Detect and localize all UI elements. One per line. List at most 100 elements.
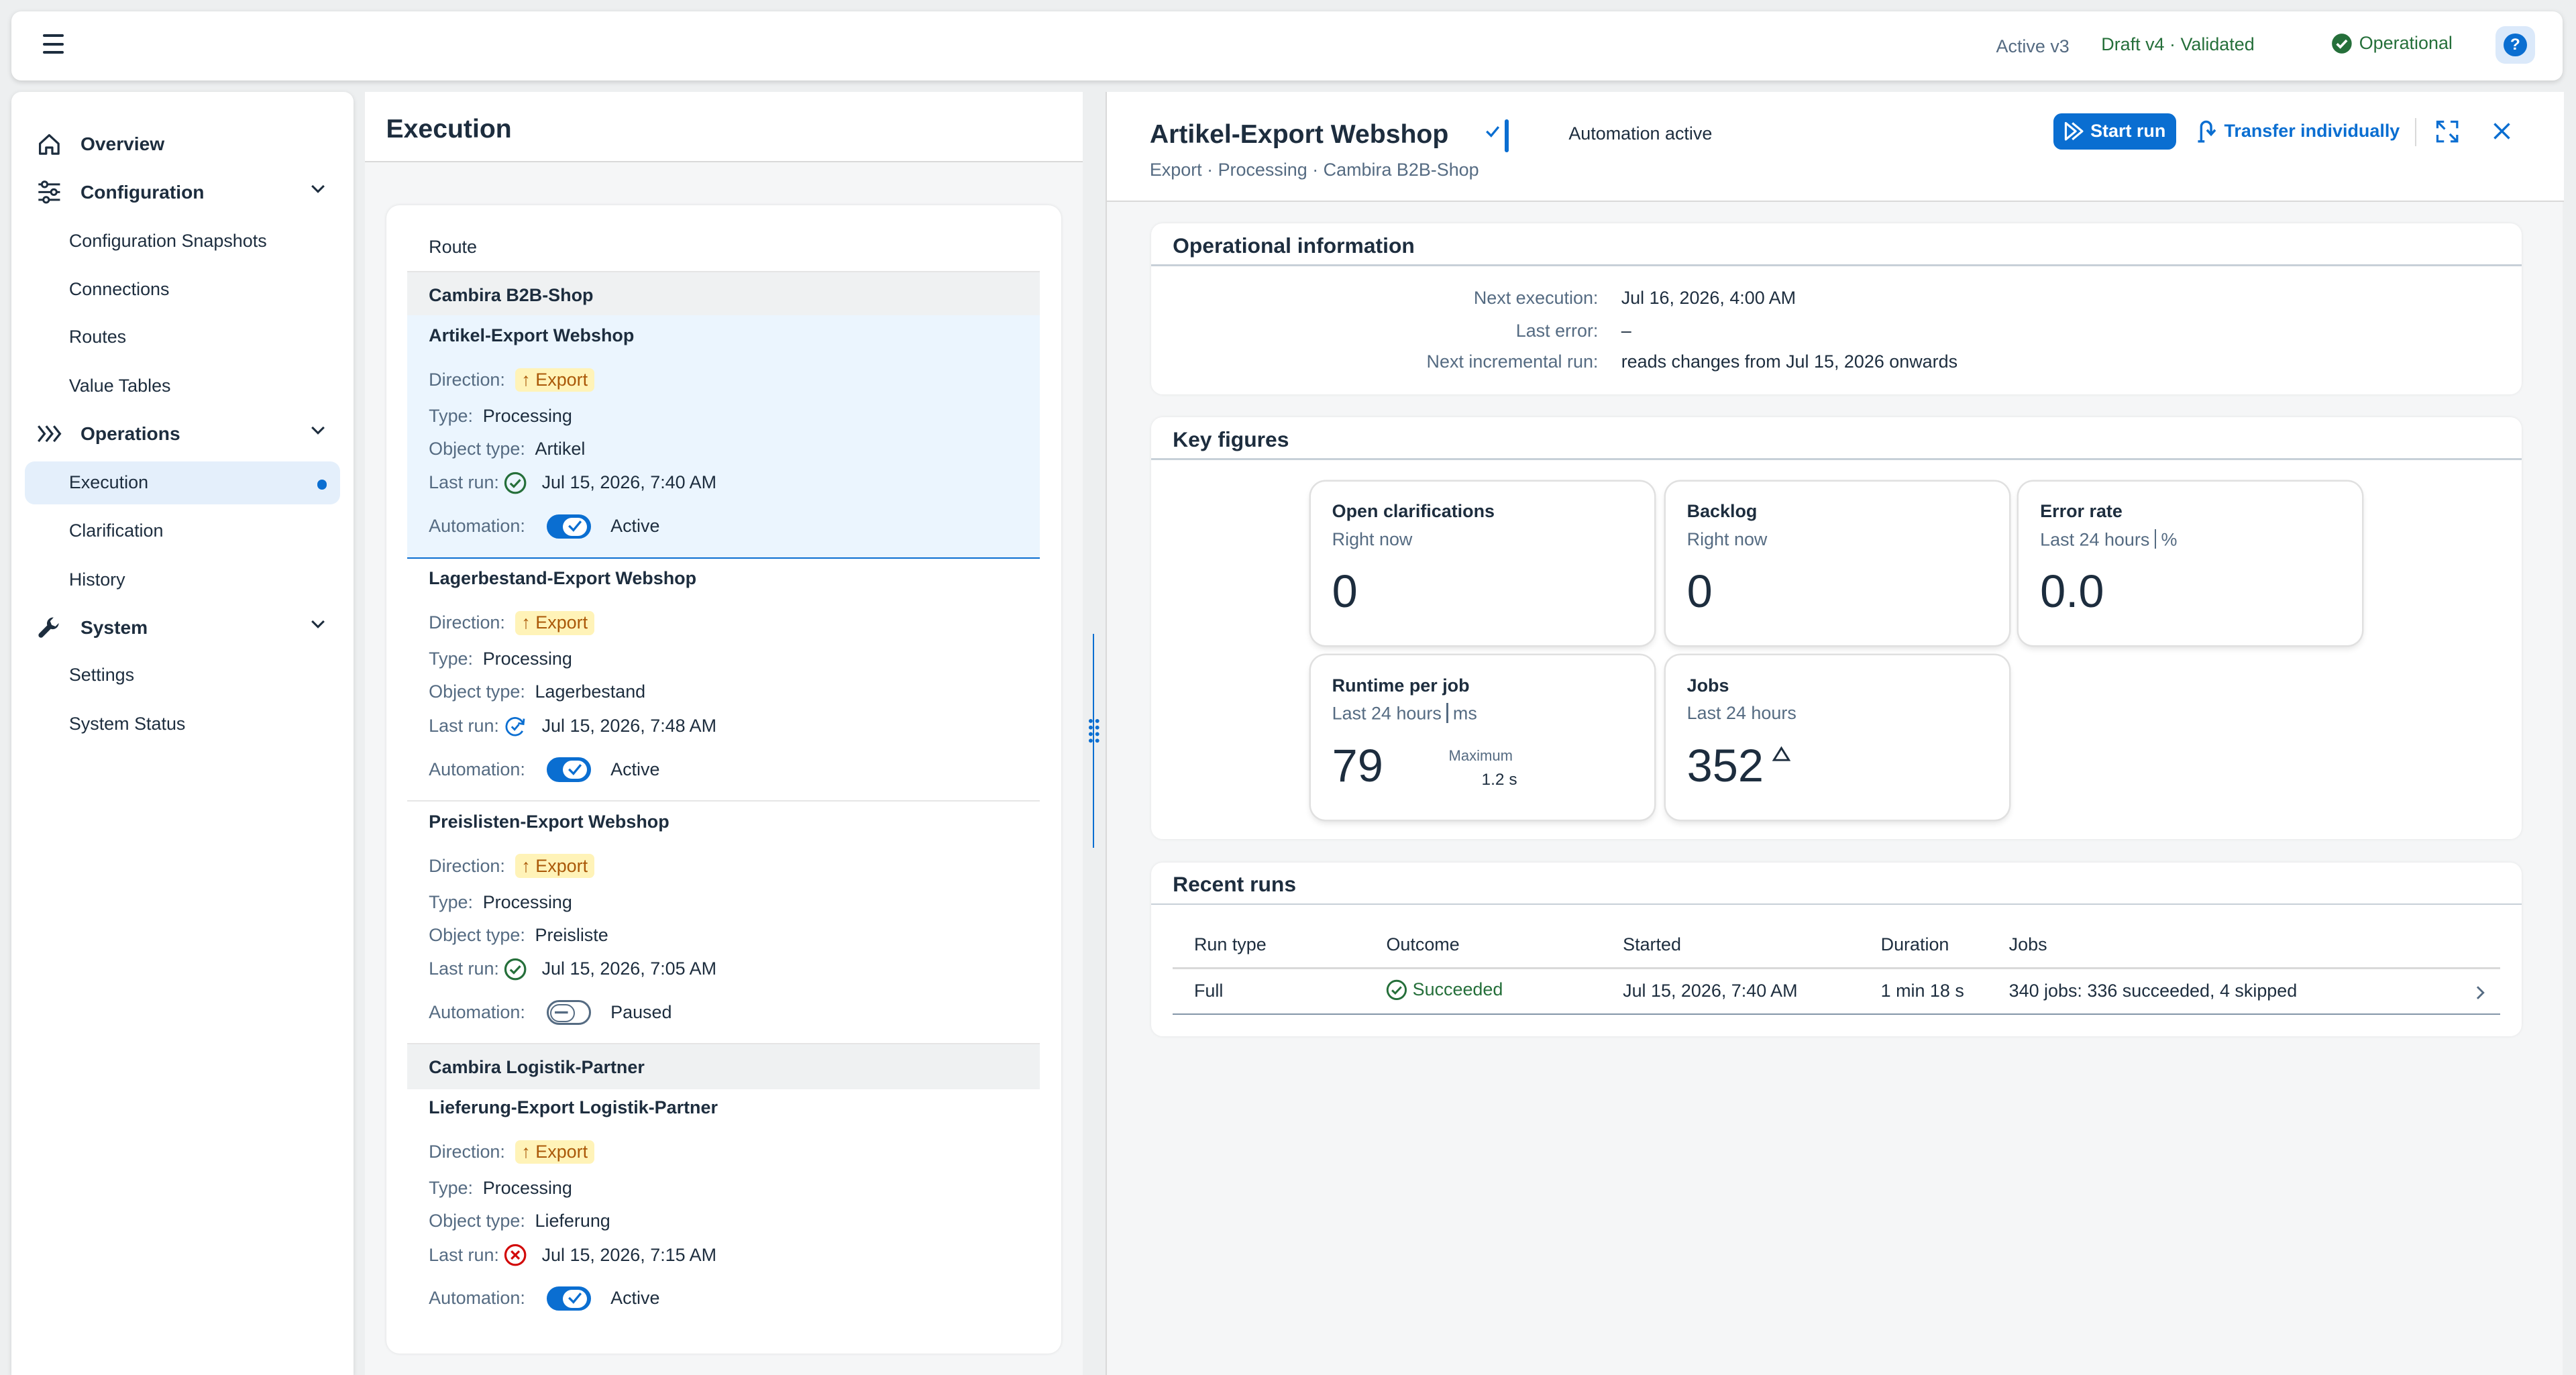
nav-value-tables[interactable]: Value Tables bbox=[25, 365, 340, 408]
route-title: Lieferung-Export Logistik-Partner bbox=[429, 1097, 718, 1117]
kpi-title: Jobs bbox=[1686, 675, 1729, 696]
outcome-cell: Succeeded bbox=[1386, 979, 1503, 1001]
automation-toggle[interactable] bbox=[546, 514, 591, 539]
active-version[interactable]: Active v3 bbox=[1996, 36, 2070, 57]
nav-operations-label: Operations bbox=[80, 423, 180, 444]
route-item-lieferung-export[interactable]: Lieferung-Export Logistik-Partner Direct… bbox=[407, 1087, 1040, 1330]
column-header-duration[interactable]: Duration bbox=[1881, 934, 1949, 955]
automation-toggle[interactable] bbox=[546, 757, 591, 782]
chevron-right-icon[interactable] bbox=[2475, 985, 2485, 1000]
fullscreen-icon bbox=[2436, 120, 2459, 143]
outcome-label: Succeeded bbox=[1412, 979, 1503, 999]
check-icon bbox=[568, 763, 582, 775]
last-error-label: Last error: bbox=[1515, 320, 1599, 341]
help-icon: ? bbox=[2504, 34, 2527, 57]
nav-connections[interactable]: Connections bbox=[25, 268, 340, 311]
column-header-outcome[interactable]: Outcome bbox=[1386, 934, 1459, 955]
kpi-max-value: 1.2 s bbox=[1481, 770, 1517, 789]
kpi-period: Last 24 hours bbox=[2040, 529, 2150, 550]
kpi-jobs[interactable]: Jobs Last 24 hours 352 bbox=[1665, 655, 2009, 820]
header-separator bbox=[2414, 118, 2416, 146]
kpi-value: 352 bbox=[1687, 739, 1790, 792]
drag-handle-icon[interactable] bbox=[1087, 718, 1101, 744]
kpi-max-label: Maximum bbox=[1448, 747, 1513, 765]
column-header-run-type[interactable]: Run type bbox=[1194, 934, 1267, 955]
nav-system[interactable]: System bbox=[25, 606, 340, 649]
last-run-label: Last run: bbox=[429, 958, 499, 979]
route-item-artikel-export[interactable]: Artikel-Export Webshop Direction: ↑ Expor… bbox=[407, 315, 1040, 559]
route-list: Route Cambira B2B-Shop Artikel-Export We… bbox=[386, 205, 1062, 1354]
detail-header: Artikel-Export Webshop Automation active… bbox=[1107, 92, 2565, 203]
chevron-down-icon[interactable] bbox=[311, 184, 325, 194]
kpi-runtime-per-job[interactable]: Runtime per job Last 24 hours ms 79 Maxim… bbox=[1310, 655, 1654, 820]
object-type-label: Object type: bbox=[429, 438, 525, 459]
object-type-label: Object type: bbox=[429, 1210, 525, 1231]
object-type-value: Artikel bbox=[535, 438, 586, 459]
key-figures-section: Key figures Open clarifications Right no… bbox=[1151, 417, 2522, 840]
column-header-jobs[interactable]: Jobs bbox=[2009, 934, 2047, 955]
nav-configuration[interactable]: Configuration bbox=[25, 171, 340, 214]
route-item-lagerbestand-export[interactable]: Lagerbestand-Export Webshop Direction: ↑ … bbox=[407, 559, 1040, 802]
type-label: Type: bbox=[429, 649, 474, 669]
detail-panel: Artikel-Export Webshop Automation active… bbox=[1106, 92, 2565, 1375]
route-item-preislisten-export[interactable]: Preislisten-Export Webshop Direction: ↑ E… bbox=[407, 802, 1040, 1044]
automation-toggle[interactable] bbox=[546, 1000, 591, 1026]
last-run-label: Last run: bbox=[429, 1244, 499, 1265]
start-run-button[interactable]: Start run bbox=[2053, 113, 2177, 150]
nav-settings[interactable]: Settings bbox=[25, 654, 340, 697]
nav-system-label: System bbox=[80, 616, 148, 638]
close-button[interactable] bbox=[2489, 118, 2515, 144]
transfer-individually-button[interactable]: Transfer individually bbox=[2196, 113, 2400, 150]
table-row[interactable]: Full Succeeded Jul 15, 2026, 7:40 AM 1 m… bbox=[1173, 969, 2500, 1015]
transfer-icon bbox=[2198, 120, 2216, 143]
nav-operations[interactable]: Operations bbox=[25, 412, 340, 455]
detail-subtitle: Export · Processing · Cambira B2B-Shop bbox=[1149, 159, 1479, 180]
check-icon bbox=[1486, 126, 1500, 138]
fullscreen-button[interactable] bbox=[2434, 118, 2461, 144]
direction-label: Direction: bbox=[429, 1142, 505, 1162]
minus-icon bbox=[555, 1011, 569, 1013]
kpi-title: Open clarifications bbox=[1332, 500, 1495, 521]
nav-label: Connections bbox=[68, 278, 170, 299]
type-value: Processing bbox=[482, 1177, 572, 1198]
nav-overview[interactable]: Overview bbox=[25, 123, 340, 166]
column-header-started[interactable]: Started bbox=[1623, 934, 1681, 955]
direction-label: Direction: bbox=[429, 369, 505, 390]
section-divider bbox=[1151, 458, 2522, 460]
help-button[interactable]: ? bbox=[2496, 26, 2535, 64]
type-label: Type: bbox=[429, 1177, 474, 1198]
system-status-indicator[interactable]: Operational bbox=[2331, 33, 2453, 54]
automation-toggle[interactable] bbox=[1480, 119, 1509, 153]
nav-routes[interactable]: Routes bbox=[25, 315, 340, 358]
type-label: Type: bbox=[429, 405, 474, 426]
nav-label: Settings bbox=[68, 665, 135, 685]
automation-label: Automation: bbox=[429, 1002, 525, 1023]
automation-toggle[interactable] bbox=[546, 1286, 591, 1311]
nav-execution[interactable]: Execution bbox=[24, 461, 340, 504]
automation-active-label: Automation active bbox=[1568, 123, 1713, 144]
automation-active-toggle[interactable] bbox=[1480, 119, 1509, 153]
next-execution-value: Jul 16, 2026, 4:00 AM bbox=[1621, 287, 1796, 308]
last-run-label: Last run: bbox=[429, 715, 499, 736]
draft-version[interactable]: Draft v4 · Validated bbox=[2101, 34, 2254, 55]
type-value: Processing bbox=[482, 649, 572, 669]
kpi-error-rate[interactable]: Error rate Last 24 hours% 0.0 bbox=[2019, 481, 2363, 646]
shell-bar: Active v3 Draft v4 · Validated Operation… bbox=[11, 11, 2563, 80]
success-icon bbox=[504, 958, 527, 981]
nav-system-status[interactable]: System Status bbox=[25, 703, 340, 746]
nav-configuration-snapshots[interactable]: Configuration Snapshots bbox=[25, 220, 340, 263]
next-incremental-value: reads changes from Jul 15, 2026 onwards bbox=[1621, 351, 1958, 372]
kpi-title: Runtime per job bbox=[1332, 675, 1470, 696]
menu-icon[interactable] bbox=[42, 34, 64, 54]
chevron-down-icon[interactable] bbox=[311, 619, 325, 629]
next-incremental-label: Next incremental run: bbox=[1426, 351, 1599, 372]
kpi-period: Last 24 hours bbox=[1332, 703, 1442, 724]
kpi-title: Backlog bbox=[1686, 500, 1758, 521]
kpi-backlog[interactable]: Backlog Right now 0 bbox=[1665, 481, 2009, 646]
kpi-open-clarifications[interactable]: Open clarifications Right now 0 bbox=[1310, 481, 1654, 646]
nav-clarification[interactable]: Clarification bbox=[25, 509, 340, 552]
chevron-down-icon[interactable] bbox=[311, 425, 325, 435]
recent-runs-section: Recent runs Run type Outcome Started Dur… bbox=[1151, 862, 2522, 1037]
nav-history[interactable]: History bbox=[25, 559, 340, 602]
home-icon bbox=[36, 131, 62, 158]
